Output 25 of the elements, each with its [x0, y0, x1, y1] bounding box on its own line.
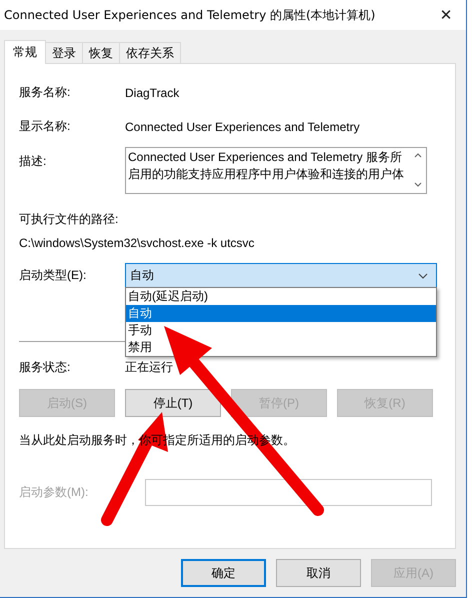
description-box[interactable]: Connected User Experiences and Telemetry 服务所启用的功能支持应用程序中用户体验和连接的用户体	[125, 147, 427, 194]
field-value: DiagTrack	[125, 86, 180, 100]
field-label: 描述:	[19, 153, 48, 170]
field-value: Connected User Experiences and Telemetry	[125, 120, 360, 134]
close-button[interactable]: ✕	[426, 0, 466, 30]
field-label: 启动类型(E):	[19, 267, 88, 284]
field-label: 启动参数(M):	[19, 484, 90, 501]
startup-type-dropdown[interactable]: 自动	[125, 263, 437, 288]
dropdown-option[interactable]: 手动	[126, 322, 436, 339]
dropdown-option[interactable]: 自动(延迟启动)	[126, 288, 436, 305]
dropdown-option[interactable]: 禁用	[126, 339, 436, 356]
dialog-button[interactable]: 取消	[276, 559, 361, 587]
chevron-icon	[418, 272, 428, 278]
dialog-button[interactable]: 确定	[181, 559, 266, 587]
tab[interactable]: 常规	[4, 40, 46, 64]
dropdown-option[interactable]: 自动	[126, 305, 436, 322]
field-label: 服务状态:	[19, 359, 72, 376]
path-text: C:\windows\System32\svchost.exe -k utcsvc	[19, 236, 256, 250]
tab[interactable]: 依存关系	[119, 42, 181, 63]
field-label: 服务名称:	[19, 84, 72, 101]
field-label: 显示名称:	[19, 118, 72, 135]
window-title: Connected User Experiences and Telemetry 的属性(本地计算机)	[4, 6, 376, 24]
status-text: 正在运行	[125, 359, 173, 376]
service-button[interactable]: 停止(T)	[125, 389, 221, 417]
field-label: 可执行文件的路径:	[19, 211, 120, 228]
